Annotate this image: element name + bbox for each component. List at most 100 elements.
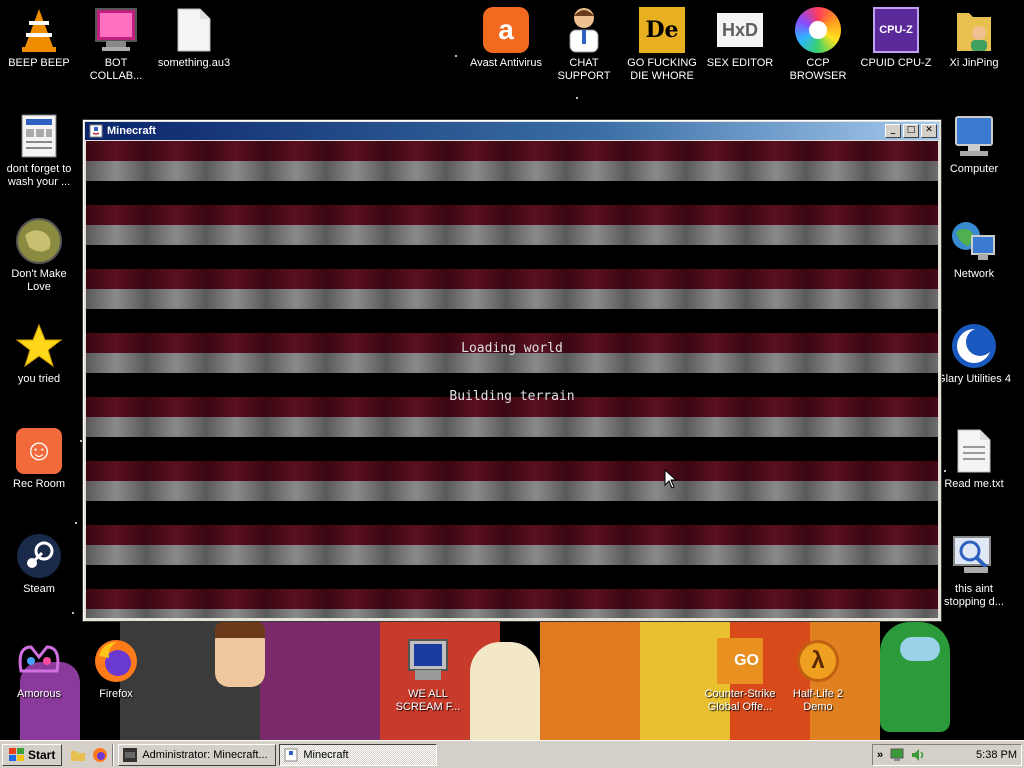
desktop-icon-avast[interactable]: a Avast Antivirus	[467, 6, 545, 70]
firefox-icon[interactable]	[92, 747, 108, 763]
dirt-stripe	[86, 205, 938, 269]
java-icon	[89, 124, 103, 138]
desktop-icon-label: Counter-Strike Global Offe...	[704, 688, 776, 713]
taskbar-item-console[interactable]: Administrator: Minecraft...	[118, 743, 277, 766]
die-icon: De	[638, 6, 686, 54]
doctor-icon	[560, 6, 608, 54]
desktop-icon-label: BEEP BEEP	[8, 57, 70, 69]
desktop-icon-label: Rec Room	[13, 478, 65, 490]
desktop-icon-label: GO FUCKING DIE WHORE	[627, 57, 697, 82]
desktop-icon-wash-your[interactable]: dont forget to wash your ...	[0, 112, 78, 189]
desktop-icon-xi-jinping[interactable]: Xi JinPing	[935, 6, 1013, 70]
clock[interactable]: 5:38 PM	[976, 749, 1017, 761]
desktop-icon-rec-room[interactable]: ☺ Rec Room	[0, 427, 78, 491]
taskbar-separator	[112, 743, 115, 766]
computer-app-icon	[404, 637, 452, 685]
dirt-stripe	[86, 525, 938, 589]
desktop-icon-label: CCP BROWSER	[789, 57, 847, 82]
desktop-icon-label: Firefox	[99, 688, 133, 700]
loading-status: Building terrain	[449, 389, 575, 404]
mouse-cursor-icon	[664, 469, 678, 489]
folder-icon[interactable]	[70, 747, 86, 763]
start-button[interactable]: Start	[2, 743, 63, 766]
user-folder-icon	[950, 6, 998, 54]
minecraft-window[interactable]: Minecraft _ □ ✕ Loading world Building t…	[82, 119, 942, 622]
dirt-stripe	[86, 461, 938, 525]
rec-room-icon: ☺	[15, 427, 63, 475]
desktop-icon-steam[interactable]: Steam	[0, 532, 78, 596]
wallpaper-star	[75, 522, 77, 524]
desktop-icon-computer[interactable]: Computer	[935, 112, 1013, 176]
desktop: BEEP BEEP BOT COLLAB... something.au3 a …	[0, 0, 1024, 740]
maximize-button[interactable]: □	[903, 124, 919, 138]
steam-icon	[15, 532, 63, 580]
desktop-icon-ccp-browser[interactable]: CCP BROWSER	[779, 6, 857, 83]
desktop-icon-label: BOT COLLAB...	[89, 57, 143, 82]
avast-icon: a	[482, 6, 530, 54]
desktop-icon-label: CPUID CPU-Z	[860, 57, 932, 69]
tray-expand-icon[interactable]: »	[877, 749, 883, 761]
desktop-icon-something-au3[interactable]: something.au3	[155, 6, 233, 70]
windows-flag-icon	[9, 748, 24, 761]
system-tray: » 5:38 PM	[872, 744, 1022, 766]
desktop-icon-label: Read me.txt	[944, 478, 1004, 490]
csgo-icon: GO	[716, 637, 764, 685]
glary-icon	[950, 322, 998, 370]
desktop-icon-label: Avast Antivirus	[470, 57, 542, 69]
star-icon	[15, 322, 63, 370]
document-icon	[15, 112, 63, 160]
desktop-icon-amorous[interactable]: Amorous	[0, 637, 78, 701]
desktop-icon-bot-collab[interactable]: BOT COLLAB...	[77, 6, 155, 83]
desktop-icon-label: CHAT SUPPORT	[557, 57, 611, 82]
computer-icon	[950, 112, 998, 160]
taskbar-item-minecraft[interactable]: Minecraft	[279, 743, 438, 766]
desktop-icon-label: Half-Life 2 Demo	[792, 688, 844, 713]
desktop-icon-sex-editor[interactable]: HxD SEX EDITOR	[701, 6, 779, 70]
desktop-icon-cpuz[interactable]: CPU-Z CPUID CPU-Z	[857, 6, 935, 70]
desktop-icon-network[interactable]: Network	[935, 217, 1013, 281]
desktop-icon-firefox[interactable]: Firefox	[77, 637, 155, 701]
desktop-icon-this-aint-stopping[interactable]: this aint stopping d...	[935, 532, 1013, 609]
wallpaper-star	[72, 612, 74, 614]
cpuz-icon: CPU-Z	[872, 6, 920, 54]
desktop-icon-chat-support[interactable]: CHAT SUPPORT	[545, 6, 623, 83]
desktop-icon-label: this aint stopping d...	[944, 583, 1004, 608]
desktop-icon-label: Computer	[949, 163, 999, 175]
desktop-icon-read-me[interactable]: Read me.txt	[935, 427, 1013, 491]
desktop-icon-label: dont forget to wash your ...	[6, 163, 72, 188]
desktop-icon-label: Don't Make Love	[11, 268, 67, 293]
dirt-stripe	[86, 397, 938, 461]
desktop-icon-half-life-2[interactable]: λ Half-Life 2 Demo	[779, 637, 857, 714]
minimize-button[interactable]: _	[885, 124, 901, 138]
desktop-icon-glary-utilities[interactable]: Glary Utilities 4	[935, 322, 1013, 386]
desktop-icon-you-tried[interactable]: you tried	[0, 322, 78, 386]
quick-launch	[70, 747, 108, 763]
window-title: Minecraft	[107, 125, 156, 137]
half-life-icon: λ	[794, 637, 842, 685]
desktop-icon-go-die[interactable]: De GO FUCKING DIE WHORE	[623, 6, 701, 83]
game-canvas[interactable]: Loading world Building terrain	[86, 141, 938, 618]
desktop-icon-we-all-scream[interactable]: WE ALL SCREAM F...	[389, 637, 467, 714]
volume-icon[interactable]	[911, 748, 925, 762]
start-label: Start	[28, 747, 56, 762]
vlc-icon	[15, 6, 63, 54]
network-tray-icon[interactable]	[889, 748, 905, 762]
browser-icon	[794, 6, 842, 54]
taskbar: Start Administrator: Minecraft... Minecr…	[0, 740, 1024, 768]
amorous-icon	[15, 637, 63, 685]
close-button[interactable]: ✕	[921, 124, 937, 138]
desktop-icon-label: SEX EDITOR	[706, 57, 774, 69]
desktop-icon-csgo[interactable]: GO Counter-Strike Global Offe...	[701, 637, 779, 714]
desktop-icon-label: Steam	[23, 583, 55, 595]
desktop-icon-beep-beep[interactable]: BEEP BEEP	[0, 6, 78, 70]
file-icon	[170, 6, 218, 54]
desktop-icon-label: Xi JinPing	[949, 57, 999, 69]
desktop-icon-dont-make-love[interactable]: Don't Make Love	[0, 217, 78, 294]
window-titlebar[interactable]: Minecraft _ □ ✕	[85, 122, 939, 140]
desktop-icon-label: Glary Utilities 4	[937, 373, 1011, 385]
taskbar-item-label: Administrator: Minecraft...	[142, 748, 268, 761]
java-icon	[284, 748, 298, 761]
dirt-stripe	[86, 141, 938, 205]
hxd-icon: HxD	[716, 6, 764, 54]
wallpaper-star	[455, 55, 457, 57]
